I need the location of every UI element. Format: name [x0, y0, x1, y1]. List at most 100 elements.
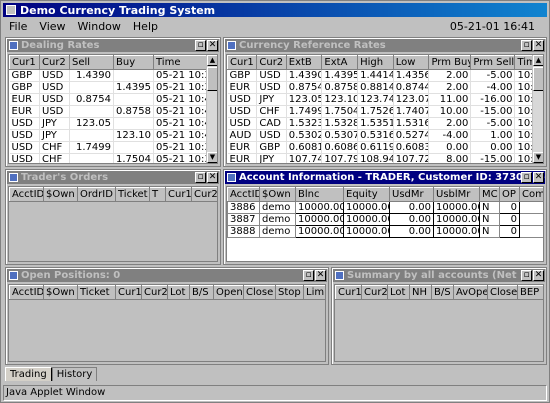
column-header[interactable]: Ticket: [77, 285, 116, 300]
column-header[interactable]: Cur1: [165, 187, 192, 202]
close-button[interactable]: ✕: [533, 172, 544, 183]
table-row[interactable]: 3888 demo 10000.00 10000.00 0.00 10000.00 N 0: [227, 225, 543, 238]
table-row[interactable]: EUR JPY 107.74 107.79 108.94 107.72 8.00 -15.00…: [227, 153, 543, 163]
column-header[interactable]: Blnc: [295, 187, 344, 202]
table-row[interactable]: EURUSD 0.875805-21 10:40: [9, 105, 210, 118]
column-header[interactable]: T: [149, 187, 166, 202]
column-header[interactable]: Time: [153, 55, 210, 70]
column-header[interactable]: Buy: [113, 55, 154, 70]
column-header[interactable]: Limit: [303, 285, 325, 300]
close-button[interactable]: ✕: [207, 172, 218, 183]
column-header[interactable]: Lot: [387, 285, 410, 300]
table-row[interactable]: USD JPY 123.05 123.10 123.74 123.07 11.00 -16.0…: [227, 93, 543, 106]
close-button[interactable]: ✕: [315, 270, 326, 281]
dealing-rates-header[interactable]: Dealing Rates ▫ ✕: [7, 39, 219, 52]
reference-rates-header[interactable]: Currency Reference Rates ▫ ✕: [225, 39, 545, 52]
column-header[interactable]: Ticket: [115, 187, 150, 202]
scroll-down-icon[interactable]: ▼: [533, 152, 543, 163]
tab-trading[interactable]: Trading: [5, 367, 52, 381]
table-row[interactable]: AUD USD 0.5302 0.5307 0.5316 0.5274 -4.00 1.00 1…: [227, 129, 543, 142]
scroll-thumb[interactable]: [533, 67, 543, 91]
menu-window[interactable]: Window: [72, 20, 127, 33]
column-header[interactable]: Low: [392, 55, 430, 70]
vertical-scrollbar[interactable]: ▲ ▼: [206, 55, 217, 163]
table-row[interactable]: USDCHF 1.750405-21 10:38: [9, 153, 210, 163]
column-header[interactable]: Cur2: [39, 55, 70, 70]
column-header[interactable]: B/S: [431, 285, 454, 300]
table-row[interactable]: GBPUSD 1.439505-21 10:38: [9, 81, 210, 94]
table-row[interactable]: EUR GBP 0.6081 0.6086 0.6119 0.6083 0.00 0.00 10…: [227, 141, 543, 154]
column-header[interactable]: MC: [479, 187, 500, 202]
table-row[interactable]: USDCHF1.7499 05-21 10:38: [9, 141, 210, 154]
column-header[interactable]: ExtA: [321, 55, 359, 70]
table-row[interactable]: GBP USD 1.4390 1.4395 1.4414 1.4356 2.00 -5.00 1…: [227, 69, 543, 82]
column-header[interactable]: NH: [409, 285, 432, 300]
column-header[interactable]: Close: [243, 285, 276, 300]
scroll-down-icon[interactable]: ▼: [207, 152, 217, 163]
column-header[interactable]: Com: [519, 187, 543, 202]
account-info-header[interactable]: Account Information - TRADER, Customer I…: [225, 171, 545, 184]
menu-file[interactable]: File: [3, 20, 33, 33]
column-header[interactable]: OrdrID: [77, 187, 116, 202]
table-row[interactable]: 3886 demo 10000.00 10000.00 0.00 10000.00 N 0: [227, 201, 543, 214]
maximize-button[interactable]: ▫: [195, 172, 206, 183]
column-header[interactable]: Cur2: [141, 285, 168, 300]
close-button[interactable]: ✕: [533, 40, 544, 51]
traders-orders-header[interactable]: Trader's Orders ▫ ✕: [7, 171, 219, 184]
column-header[interactable]: AcctID: [9, 187, 44, 202]
column-header[interactable]: AcctID: [9, 285, 44, 300]
column-header[interactable]: Close: [487, 285, 518, 300]
column-header[interactable]: Cur2: [361, 285, 388, 300]
column-header[interactable]: Prm Sell: [470, 55, 516, 70]
column-header[interactable]: Equity: [343, 187, 390, 202]
column-header[interactable]: $Own: [43, 285, 78, 300]
column-header[interactable]: Lot: [167, 285, 190, 300]
scroll-up-icon[interactable]: ▲: [533, 55, 543, 66]
column-header[interactable]: $Own: [43, 187, 78, 202]
maximize-button[interactable]: ▫: [521, 40, 532, 51]
column-header[interactable]: L: [218, 188, 219, 202]
column-header[interactable]: $Own: [259, 187, 296, 202]
scroll-up-icon[interactable]: ▲: [207, 55, 217, 66]
table-row[interactable]: USD CHF 1.7499 1.7504 1.7526 1.7407 10.00 -15.0…: [227, 105, 543, 118]
table-row[interactable]: USDJPY 123.1005-21 10:41: [9, 129, 210, 142]
window-titlebar[interactable]: Demo Currency Trading System: [3, 3, 547, 17]
open-positions-header[interactable]: Open Positions: 0 ▫ ✕: [7, 269, 327, 282]
table-row[interactable]: EUR USD 0.8754 0.8758 0.8814 0.8744 2.00 -4.00 1…: [227, 81, 543, 94]
column-header[interactable]: ExtB: [285, 55, 323, 70]
column-header[interactable]: Cur1: [335, 285, 362, 300]
maximize-button[interactable]: ▫: [521, 270, 532, 281]
vertical-scrollbar[interactable]: ▲ ▼: [532, 55, 543, 163]
column-header[interactable]: Cur1: [9, 55, 40, 70]
column-header[interactable]: Sell: [69, 55, 114, 70]
column-header[interactable]: Prm Buy: [428, 55, 472, 70]
maximize-button[interactable]: ▫: [195, 40, 206, 51]
column-header[interactable]: B/S: [189, 285, 214, 300]
menu-help[interactable]: Help: [127, 20, 164, 33]
scroll-thumb[interactable]: [207, 67, 217, 91]
table-row[interactable]: GBPUSD1.4390 05-21 10:38: [9, 69, 210, 82]
column-header[interactable]: OP: [499, 187, 520, 202]
column-header[interactable]: High: [357, 55, 394, 70]
table-row[interactable]: EURUSD0.8754 05-21 10:40: [9, 93, 210, 106]
column-header[interactable]: Stop: [275, 285, 304, 300]
summary-header[interactable]: Summary by all accounts (Net $P/L = 0.0 …: [333, 269, 545, 282]
column-header[interactable]: Cur2: [191, 187, 217, 202]
column-header[interactable]: Cur2: [256, 55, 287, 70]
tab-history[interactable]: History: [51, 367, 98, 381]
column-header[interactable]: UsblMr: [433, 187, 480, 202]
table-row[interactable]: 3887 demo 10000.00 10000.00 0.00 10000.00 N 0: [227, 213, 543, 226]
column-header[interactable]: Open: [213, 285, 244, 300]
column-header[interactable]: BEP: [517, 285, 543, 300]
column-header[interactable]: Cur1: [227, 55, 258, 70]
table-row[interactable]: USD CAD 1.5323 1.5328 1.5351 1.5316 2.00 -5.00 1…: [227, 117, 543, 130]
column-header[interactable]: AcctID: [227, 187, 260, 202]
menu-view[interactable]: View: [33, 20, 71, 33]
column-header[interactable]: Cur1: [115, 285, 142, 300]
maximize-button[interactable]: ▫: [521, 172, 532, 183]
close-button[interactable]: ✕: [533, 270, 544, 281]
column-header[interactable]: AvOpen: [453, 285, 488, 300]
close-button[interactable]: ✕: [207, 40, 218, 51]
table-row[interactable]: USDJPY123.05 05-21 10:41: [9, 117, 210, 130]
column-header[interactable]: UsdMr: [389, 187, 434, 202]
